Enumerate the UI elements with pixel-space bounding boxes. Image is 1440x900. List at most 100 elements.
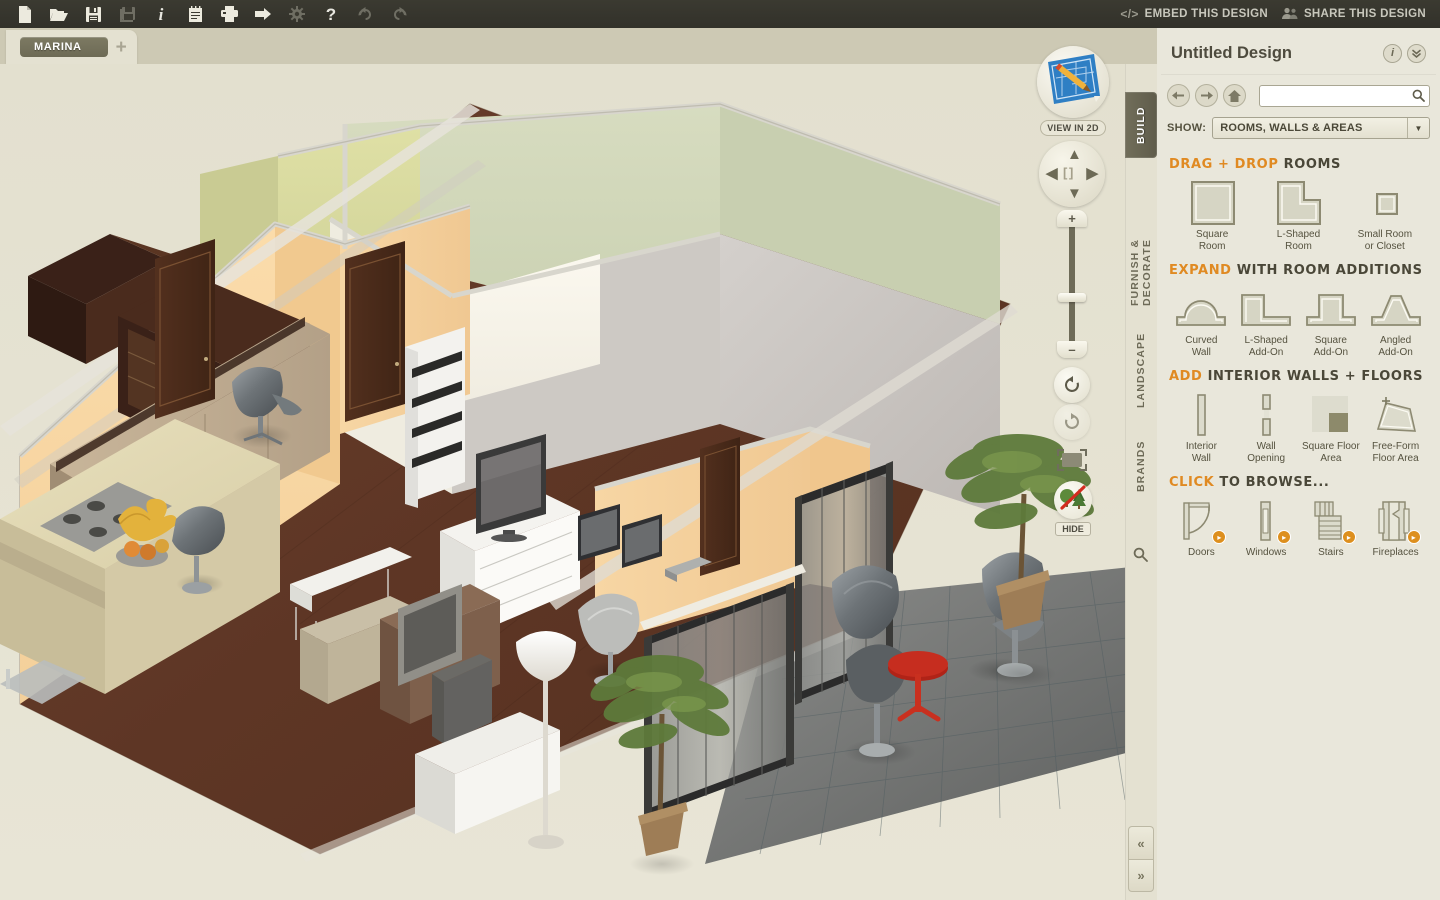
section-title-highlight: ADD — [1169, 369, 1203, 384]
tool-square-addon[interactable]: Square Add-On — [1299, 286, 1364, 359]
search-icon[interactable] — [1407, 86, 1429, 106]
mode-tab-build[interactable]: BUILD — [1125, 92, 1157, 158]
chevron-down-icon[interactable] — [1407, 43, 1426, 63]
tool-free-form-floor-area[interactable]: Free-Form Floor Area — [1363, 392, 1428, 465]
section-click-to-browse: CLICK TO BROWSE... ▸ Doors ▸ Windows ▸ S… — [1157, 469, 1440, 563]
zoom-slider-handle[interactable] — [1058, 293, 1086, 302]
tool-label: Square Add-On — [1313, 335, 1349, 358]
embed-design-button[interactable]: </> EMBED THIS DESIGN — [1120, 7, 1268, 21]
zoom-slider[interactable]: + – — [1057, 210, 1087, 358]
tool-interior-wall[interactable]: Interior Wall — [1169, 392, 1234, 465]
mode-tab-rail-inner: BUILD FURNISH & DECORATE LANDSCAPE BRAND… — [1125, 64, 1157, 900]
zoom-in-button[interactable]: + — [1057, 210, 1087, 227]
tool-square-room[interactable]: Square Room — [1169, 180, 1255, 253]
panel-collapse-controls: « » — [1128, 826, 1154, 892]
tool-small-room-closet[interactable]: Small Room or Closet — [1342, 180, 1428, 253]
toolbar-icon-group: i ? — [0, 1, 416, 27]
tool-doors[interactable]: ▸ Doors — [1169, 498, 1234, 559]
redo-icon[interactable] — [382, 1, 416, 27]
rotate-left-icon[interactable] — [1054, 367, 1090, 403]
tool-label: Square Room — [1196, 229, 1229, 252]
tool-angled-addon[interactable]: Angled Add-On — [1363, 286, 1428, 359]
section-title-highlight: DRAG + DROP — [1169, 157, 1279, 172]
mode-tab-rail: BUILD FURNISH & DECORATE LANDSCAPE BRAND… — [1125, 64, 1157, 900]
stairs-icon: ▸ — [1308, 498, 1356, 544]
notes-icon[interactable] — [178, 1, 212, 27]
pan-up-icon[interactable]: ▲ — [1067, 147, 1082, 162]
collapse-next-button[interactable]: » — [1128, 859, 1154, 892]
undo-icon[interactable] — [348, 1, 382, 27]
nav-forward-button[interactable] — [1195, 84, 1218, 107]
section-title: DRAG + DROP ROOMS — [1169, 157, 1428, 172]
tool-stairs[interactable]: ▸ Stairs — [1299, 498, 1364, 559]
tool-fireplaces[interactable]: ▸ Fireplaces — [1363, 498, 1428, 559]
export-icon[interactable] — [246, 1, 280, 27]
save-as-icon[interactable] — [110, 1, 144, 27]
recenter-icon[interactable]: [ ] — [1063, 166, 1073, 179]
panel-search — [1259, 84, 1430, 107]
hide-trees-control[interactable]: HIDE — [1054, 481, 1092, 537]
add-tab-button[interactable]: + — [116, 38, 127, 57]
floorplan-3d-scene — [0, 64, 1125, 900]
tool-label: Angled Add-On — [1378, 335, 1413, 358]
view-in-2d-button[interactable] — [1037, 46, 1109, 118]
curved-wall-icon — [1174, 286, 1228, 332]
mode-tab-furnish-decorate[interactable]: FURNISH & DECORATE — [1125, 164, 1157, 314]
tool-label: L-Shaped Add-On — [1244, 335, 1288, 358]
tool-label: Free-Form Floor Area — [1372, 441, 1420, 464]
tool-l-shaped-room[interactable]: L-Shaped Room — [1255, 180, 1341, 253]
document-tab-marina[interactable]: MARINA — [20, 37, 108, 57]
nav-home-button[interactable] — [1223, 84, 1246, 107]
tool-windows[interactable]: ▸ Windows — [1234, 498, 1299, 559]
section-room-additions: EXPAND WITH ROOM ADDITIONS Curved Wall L… — [1157, 257, 1440, 363]
view-in-2d-label: VIEW IN 2D — [1040, 120, 1106, 136]
section-title: CLICK TO BROWSE... — [1169, 475, 1428, 490]
design-title: Untitled Design — [1171, 43, 1293, 62]
show-filter-row: SHOW: ROOMS, WALLS & AREAS ▼ — [1157, 107, 1440, 151]
design-canvas-3d[interactable] — [0, 64, 1125, 900]
view-in-2d-control[interactable]: VIEW IN 2D — [1037, 46, 1109, 136]
tool-square-floor-area[interactable]: Square Floor Area — [1299, 392, 1364, 465]
tool-wall-opening[interactable]: Wall Opening — [1234, 392, 1299, 465]
pan-left-icon[interactable]: ◀ — [1046, 166, 1058, 181]
print-icon[interactable] — [212, 1, 246, 27]
section-title-rest: WITH ROOM ADDITIONS — [1231, 263, 1423, 278]
mode-tab-landscape[interactable]: LANDSCAPE — [1125, 320, 1157, 420]
zoom-slider-rail[interactable] — [1069, 218, 1075, 350]
interior-wall-icon — [1179, 392, 1223, 438]
tool-l-shaped-addon[interactable]: L-Shaped Add-On — [1234, 286, 1299, 359]
info-icon[interactable]: i — [1383, 43, 1402, 63]
nav-back-button[interactable] — [1167, 84, 1190, 107]
show-dropdown[interactable]: ROOMS, WALLS & AREAS ▼ — [1212, 117, 1430, 139]
square-room-icon — [1188, 180, 1236, 226]
save-icon[interactable] — [76, 1, 110, 27]
rotate-right-icon[interactable] — [1054, 404, 1090, 440]
hide-trees-button[interactable] — [1054, 481, 1092, 519]
tool-label: Interior Wall — [1185, 441, 1217, 464]
search-input[interactable] — [1259, 84, 1430, 107]
section-title: EXPAND WITH ROOM ADDITIONS — [1169, 263, 1428, 278]
search-icon[interactable] — [1133, 547, 1148, 565]
section-items: Square Room L-Shaped Room Small Room or … — [1169, 180, 1428, 253]
share-design-label: SHARE THIS DESIGN — [1303, 8, 1426, 20]
section-items: Curved Wall L-Shaped Add-On Square Add-O… — [1169, 286, 1428, 359]
section-interior-walls-floors: ADD INTERIOR WALLS + FLOORS Interior Wal… — [1157, 363, 1440, 469]
collapse-previous-button[interactable]: « — [1128, 826, 1154, 859]
section-title-highlight: CLICK — [1169, 475, 1215, 490]
pan-down-icon[interactable]: ▼ — [1067, 186, 1082, 201]
share-design-button[interactable]: SHARE THIS DESIGN — [1281, 7, 1426, 22]
help-icon[interactable]: ? — [314, 1, 348, 27]
fit-to-screen-icon[interactable] — [1054, 446, 1090, 476]
settings-gear-icon[interactable] — [280, 1, 314, 27]
tool-curved-wall[interactable]: Curved Wall — [1169, 286, 1234, 359]
new-file-icon[interactable] — [8, 1, 42, 27]
mode-tab-brands[interactable]: BRANDS — [1125, 426, 1157, 506]
pan-right-icon[interactable]: ▶ — [1086, 166, 1098, 181]
windows-icon: ▸ — [1243, 498, 1292, 544]
tool-label: L-Shaped Room — [1276, 229, 1321, 252]
zoom-out-button[interactable]: – — [1057, 341, 1087, 358]
pan-dpad-control[interactable]: ▲ ▼ ◀ ▶ [ ] — [1039, 141, 1105, 207]
open-folder-icon[interactable] — [42, 1, 76, 27]
info-icon[interactable]: i — [144, 1, 178, 27]
chevron-down-icon: ▼ — [1407, 118, 1429, 138]
